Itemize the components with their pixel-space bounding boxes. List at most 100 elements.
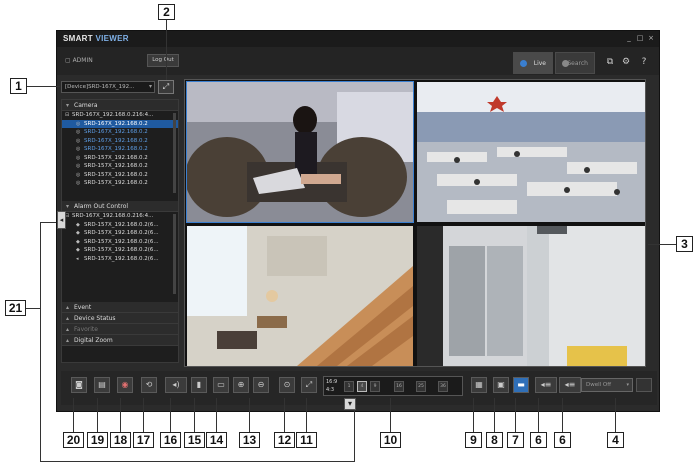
title-bar: SMART VIEWER _ □ × [57, 31, 659, 47]
camera-item[interactable]: ◎ SRD-157X_192.168.0.2 [62, 162, 178, 171]
device-select[interactable]: [Device]SRD-167X_192... ▾ [61, 81, 155, 93]
close-icon[interactable]: × [647, 34, 655, 42]
save-icon: ▣ [497, 380, 505, 389]
alarm-item[interactable]: ◂ SRD-157X_192.168.0.2(6... [62, 255, 178, 264]
expand-icon: ⊟ [65, 112, 70, 118]
callout-leader [284, 398, 285, 432]
callout-14: 14 [206, 432, 227, 448]
callout-21: 21 [5, 300, 26, 316]
callout-leader [216, 398, 217, 432]
camera-scrollbar[interactable] [173, 113, 176, 193]
ptz-button[interactable]: ⊙ [279, 377, 295, 393]
callout-leader [648, 244, 676, 245]
layout-9-button[interactable]: 9 [370, 381, 380, 392]
callout-leader [40, 222, 56, 223]
favorite-section-header[interactable]: Favorite [62, 324, 178, 335]
print-button[interactable]: ▤ [94, 377, 110, 393]
dwell-side-control[interactable] [636, 378, 652, 392]
toolbar-expand-button[interactable]: ▾ [344, 398, 356, 410]
callout-3: 3 [676, 236, 693, 252]
audio-button[interactable]: ◂) [165, 377, 187, 393]
callout-4: 4 [607, 432, 624, 448]
video-tile-4[interactable] [417, 226, 645, 366]
device-find-button[interactable]: ⤢ [158, 80, 174, 94]
user-name: ▢ ADMIN [65, 57, 93, 64]
alarm-scrollbar[interactable] [173, 214, 176, 294]
bottom-toolbar: ◙ ▤ ◉ ⟲ ◂) ▮ ▭ ⊕ ⊖ ⊙ ⤢ 16:9 4:3 1 4 9 16 … [61, 371, 657, 405]
camera-item[interactable]: ◎ SRD-167X_192.168.0.2 [62, 145, 178, 154]
layout-36-button[interactable]: 36 [438, 381, 448, 392]
camera-feed-image [187, 226, 413, 366]
camera-item[interactable]: ◎ SRD-167X_192.168.0.2 [62, 128, 178, 137]
camera-item[interactable]: ◎ SRD-157X_192.168.0.2 [62, 179, 178, 188]
mic-button[interactable]: ▮ [191, 377, 207, 393]
camera-item[interactable]: ◎ SRD-157X_192.168.0.2 [62, 154, 178, 163]
layout-4-button[interactable]: 4 [357, 381, 367, 392]
alarm-item[interactable]: ◆ SRD-157X_192.168.0.2(6... [62, 229, 178, 238]
callout-leader [97, 398, 98, 432]
help-icon[interactable]: ? [639, 57, 649, 67]
maximize-icon[interactable]: □ [636, 34, 644, 42]
panel-collapse-button[interactable]: ◂ [57, 211, 66, 229]
alarm-icon: ◆ [76, 247, 80, 253]
osd-icon: ▭ [217, 380, 225, 389]
record-icon: ◉ [121, 380, 129, 389]
camera-icon: ◎ [76, 146, 81, 152]
volume-a-button[interactable]: ◂≡ [535, 377, 557, 393]
layout-16-button[interactable]: 16 [394, 381, 404, 392]
zoom-out-button[interactable]: ⊖ [253, 377, 269, 393]
video-tile-3[interactable] [187, 226, 413, 366]
video-tile-1[interactable] [186, 81, 414, 223]
multi-monitor-icon[interactable]: ⧉ [605, 57, 615, 67]
dwell-select[interactable]: Dwell Off ▾ [581, 378, 633, 392]
callout-leader [249, 398, 250, 432]
osd-button[interactable]: ▭ [213, 377, 229, 393]
zoom-in-button[interactable]: ⊕ [233, 377, 249, 393]
layout-25-button[interactable]: 25 [416, 381, 426, 392]
callout-leader [40, 461, 354, 462]
instant-playback-button[interactable]: ⟲ [141, 377, 157, 393]
callout-11: 11 [296, 432, 317, 448]
alarm-icon: ◆ [76, 221, 80, 228]
callout-leader [473, 398, 474, 432]
save-layout-button[interactable]: ▣ [493, 377, 509, 393]
camera-item[interactable]: ◎ SRD-167X_192.168.0.2 [62, 119, 178, 128]
alarm-item[interactable]: ◆ SRD-157X_192.168.0.2(6... [62, 246, 178, 255]
header-bar: ▢ ADMIN Log Out Live Search ⧉ ⚙ ? [57, 47, 659, 75]
layout-1-button[interactable]: 1 [344, 381, 354, 392]
video-tile-2[interactable] [417, 82, 645, 222]
record-button[interactable]: ◉ [117, 377, 133, 393]
alarm-item[interactable]: ◆ SRD-157X_192.168.0.2(6... [62, 238, 178, 247]
callout-leader [143, 398, 144, 432]
snapshot-button[interactable]: ◙ [71, 377, 87, 393]
camera-icon: ◙ [75, 380, 83, 389]
alarm-root-item[interactable]: ⊟ SRD-167X_192.168.0.216:4... [62, 212, 178, 221]
tab-search[interactable]: Search [555, 52, 595, 74]
alarm-item[interactable]: ◆ SRD-157X_192.168.0.2(6... [62, 221, 178, 230]
callout-leader [26, 308, 40, 309]
volume-b-button[interactable]: ◂≡ [559, 377, 581, 393]
gear-icon[interactable]: ⚙ [621, 57, 631, 67]
callout-leader [615, 398, 616, 432]
sequence-button[interactable]: ▦ [471, 377, 487, 393]
event-section-header[interactable]: Event [62, 302, 178, 313]
tab-live[interactable]: Live [513, 52, 553, 74]
camera-item[interactable]: ◎ SRD-167X_192.168.0.2 [62, 137, 178, 146]
volume-icon: ◂≡ [540, 380, 552, 389]
aspect-ratio-toggle[interactable]: 16:9 4:3 [326, 378, 340, 394]
live-icon [520, 60, 527, 67]
callout-leader [562, 398, 563, 432]
camera-item[interactable]: ◎ SRD-157X_192.168.0.2 [62, 171, 178, 180]
fullscreen-button[interactable]: ⤢ [301, 377, 317, 393]
camera-section-header[interactable]: Camera [62, 100, 178, 111]
device-status-section-header[interactable]: Device Status [62, 313, 178, 324]
minimize-icon[interactable]: _ [625, 34, 633, 42]
view-mode-button[interactable]: ▬ [513, 377, 529, 393]
callout-17: 17 [133, 432, 154, 448]
logout-button[interactable]: Log Out [147, 54, 179, 67]
zoom-out-icon: ⊖ [257, 380, 265, 389]
camera-icon: ◎ [76, 180, 81, 186]
alarm-section-header[interactable]: Alarm Out Control [62, 201, 178, 212]
digital-zoom-section-header[interactable]: Digital Zoom [62, 335, 178, 346]
camera-root-item[interactable]: ⊟ SRD-167X_192.168.0.216:4... [62, 111, 178, 120]
